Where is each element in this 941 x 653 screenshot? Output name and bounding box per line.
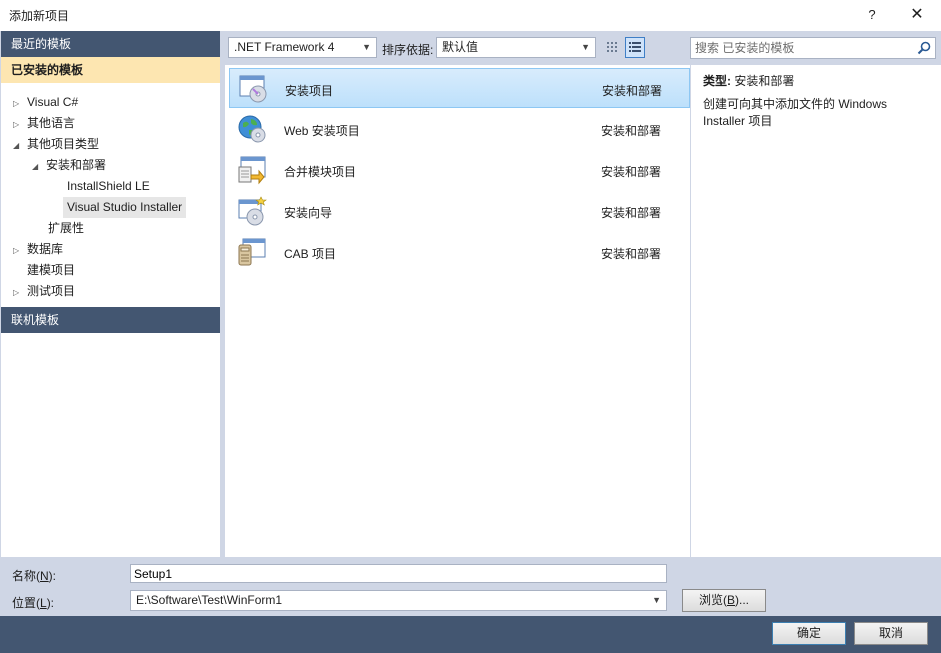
location-value: E:\Software\Test\WinForm1: [136, 593, 283, 607]
location-label-text: 位置(: [12, 596, 40, 610]
template-name: Web 安装项目: [284, 124, 360, 138]
cancel-button[interactable]: 取消: [854, 622, 928, 645]
expand-arrow-icon[interactable]: ▷: [13, 114, 27, 135]
list-view-button[interactable]: [625, 37, 645, 58]
tree-item-label: 建模项目: [27, 263, 76, 277]
tree-item-label: 其他项目类型: [27, 137, 100, 151]
template-name: 合并模块项目: [284, 165, 357, 179]
template-category: 安装和部署: [601, 124, 662, 138]
cab-project-icon: [238, 238, 266, 266]
location-label-suffix: ):: [46, 596, 55, 610]
template-detail-panel: 类型: 安装和部署 创建可向其中添加文件的 Windows Installer …: [690, 65, 941, 557]
chevron-down-icon: ▼: [652, 595, 661, 605]
tree-item-other-languages[interactable]: ▷ 其他语言: [13, 113, 75, 134]
tree-item-setup-deployment[interactable]: ◢ 安装和部署: [32, 155, 106, 176]
template-tree-panel: 最近的模板 已安装的模板 ▷ Visual C# ▷ 其他语言 ◢ 其他项目类型 ◢ 安…: [1, 31, 220, 557]
browse-label: 浏览(: [698, 593, 727, 607]
template-row-web-setup-project[interactable]: Web 安装项目 安装和部署: [229, 109, 690, 149]
list-view-icon: [629, 42, 641, 52]
tree-item-extensibility[interactable]: 扩展性: [48, 218, 84, 239]
tree-item-database[interactable]: ▷ 数据库: [13, 239, 63, 260]
template-row-setup-wizard[interactable]: 安装向导 安装和部署: [229, 191, 690, 231]
tree-item-modeling-projects[interactable]: 建模项目: [27, 260, 75, 281]
tree-item-vs-installer[interactable]: Visual Studio Installer: [63, 197, 187, 218]
location-label: 位置(L):: [12, 594, 54, 611]
name-label: 名称(N):: [12, 567, 56, 584]
help-button[interactable]: ?: [858, 4, 886, 26]
framework-value: .NET Framework 4: [234, 40, 335, 54]
template-row-setup-project[interactable]: 安装项目 安装和部署: [229, 68, 690, 108]
name-label-suffix: ):: [48, 569, 57, 583]
template-category: 安装和部署: [601, 247, 662, 261]
search-box[interactable]: [690, 37, 936, 59]
chevron-down-icon: ▼: [581, 42, 590, 52]
tree-item-other-project-types[interactable]: ◢ 其他项目类型: [13, 134, 99, 155]
name-label-accesskey: N: [40, 569, 49, 583]
template-name: CAB 项目: [284, 247, 337, 261]
window-title: 添加新项目: [9, 9, 70, 23]
merge-module-icon: [238, 156, 266, 185]
tree-item-visual-csharp[interactable]: ▷ Visual C#: [13, 92, 78, 113]
browse-button[interactable]: 浏览(B)...: [682, 589, 766, 612]
installed-templates-header[interactable]: 已安装的模板: [1, 57, 220, 83]
template-name: 安装项目: [285, 84, 334, 98]
title-bar: [0, 0, 941, 31]
template-row-cab-project[interactable]: CAB 项目 安装和部署: [229, 232, 690, 272]
template-category: 安装和部署: [601, 165, 662, 179]
template-toolbar: .NET Framework 4 ▼ 排序依据: 默认值 ▼: [224, 31, 689, 65]
template-description: 创建可向其中添加文件的 Windows Installer 项目: [703, 97, 888, 128]
type-label: 类型:: [703, 74, 731, 88]
template-name: 安装向导: [284, 206, 333, 220]
setup-project-icon: [239, 75, 267, 103]
close-button[interactable]: ✕: [903, 4, 931, 26]
location-label-accesskey: L: [40, 596, 47, 610]
tree-item-installshield-le[interactable]: InstallShield LE: [67, 176, 150, 197]
tree-item-label: 测试项目: [27, 284, 76, 298]
browse-label-suffix: )...: [735, 593, 749, 607]
setup-wizard-icon: [238, 196, 267, 226]
tree-item-label: 安装和部署: [46, 158, 107, 172]
tree-item-label: Visual Studio Installer: [67, 200, 183, 214]
search-input[interactable]: [695, 40, 905, 56]
tree-item-label: 其他语言: [27, 116, 76, 130]
tree-item-label: InstallShield LE: [67, 179, 150, 193]
sort-dropdown[interactable]: 默认值 ▼: [436, 37, 596, 58]
recent-templates-header[interactable]: 最近的模板: [1, 31, 220, 57]
small-icons-view-icon: [607, 42, 617, 52]
type-value: 安装和部署: [734, 74, 795, 88]
template-category: 安装和部署: [602, 84, 663, 98]
template-category: 安装和部署: [601, 206, 662, 220]
web-setup-project-icon: [238, 115, 266, 143]
chevron-down-icon: ▼: [362, 42, 371, 52]
name-field[interactable]: [130, 564, 667, 583]
expand-arrow-icon[interactable]: ▷: [13, 282, 27, 303]
template-list: 安装项目 安装和部署 Web 安装项目 安装和部署 合并模块项目 安装和部署 安…: [224, 65, 690, 557]
search-icon[interactable]: [917, 41, 931, 55]
name-label-text: 名称(: [12, 569, 40, 583]
tree-item-label: Visual C#: [27, 95, 79, 109]
expand-arrow-icon[interactable]: ▷: [13, 240, 27, 261]
type-line: 类型: 安装和部署: [703, 72, 794, 89]
template-row-merge-module[interactable]: 合并模块项目 安装和部署: [229, 150, 690, 190]
collapse-arrow-icon[interactable]: ◢: [13, 135, 27, 156]
expand-arrow-icon[interactable]: ▷: [13, 93, 27, 114]
tree-item-label: 数据库: [27, 242, 64, 256]
collapse-arrow-icon[interactable]: ◢: [32, 156, 46, 177]
sort-value: 默认值: [442, 40, 479, 54]
tree-item-label: 扩展性: [48, 221, 85, 235]
tree-item-test-projects[interactable]: ▷ 测试项目: [13, 281, 75, 302]
browse-accesskey: B: [726, 593, 735, 607]
small-icons-view-button[interactable]: [603, 37, 623, 58]
ok-button[interactable]: 确定: [772, 622, 846, 645]
sort-label: 排序依据:: [382, 43, 434, 57]
framework-dropdown[interactable]: .NET Framework 4 ▼: [228, 37, 377, 58]
online-templates-header[interactable]: 联机模板: [1, 307, 220, 333]
location-dropdown[interactable]: E:\Software\Test\WinForm1 ▼: [130, 590, 667, 611]
